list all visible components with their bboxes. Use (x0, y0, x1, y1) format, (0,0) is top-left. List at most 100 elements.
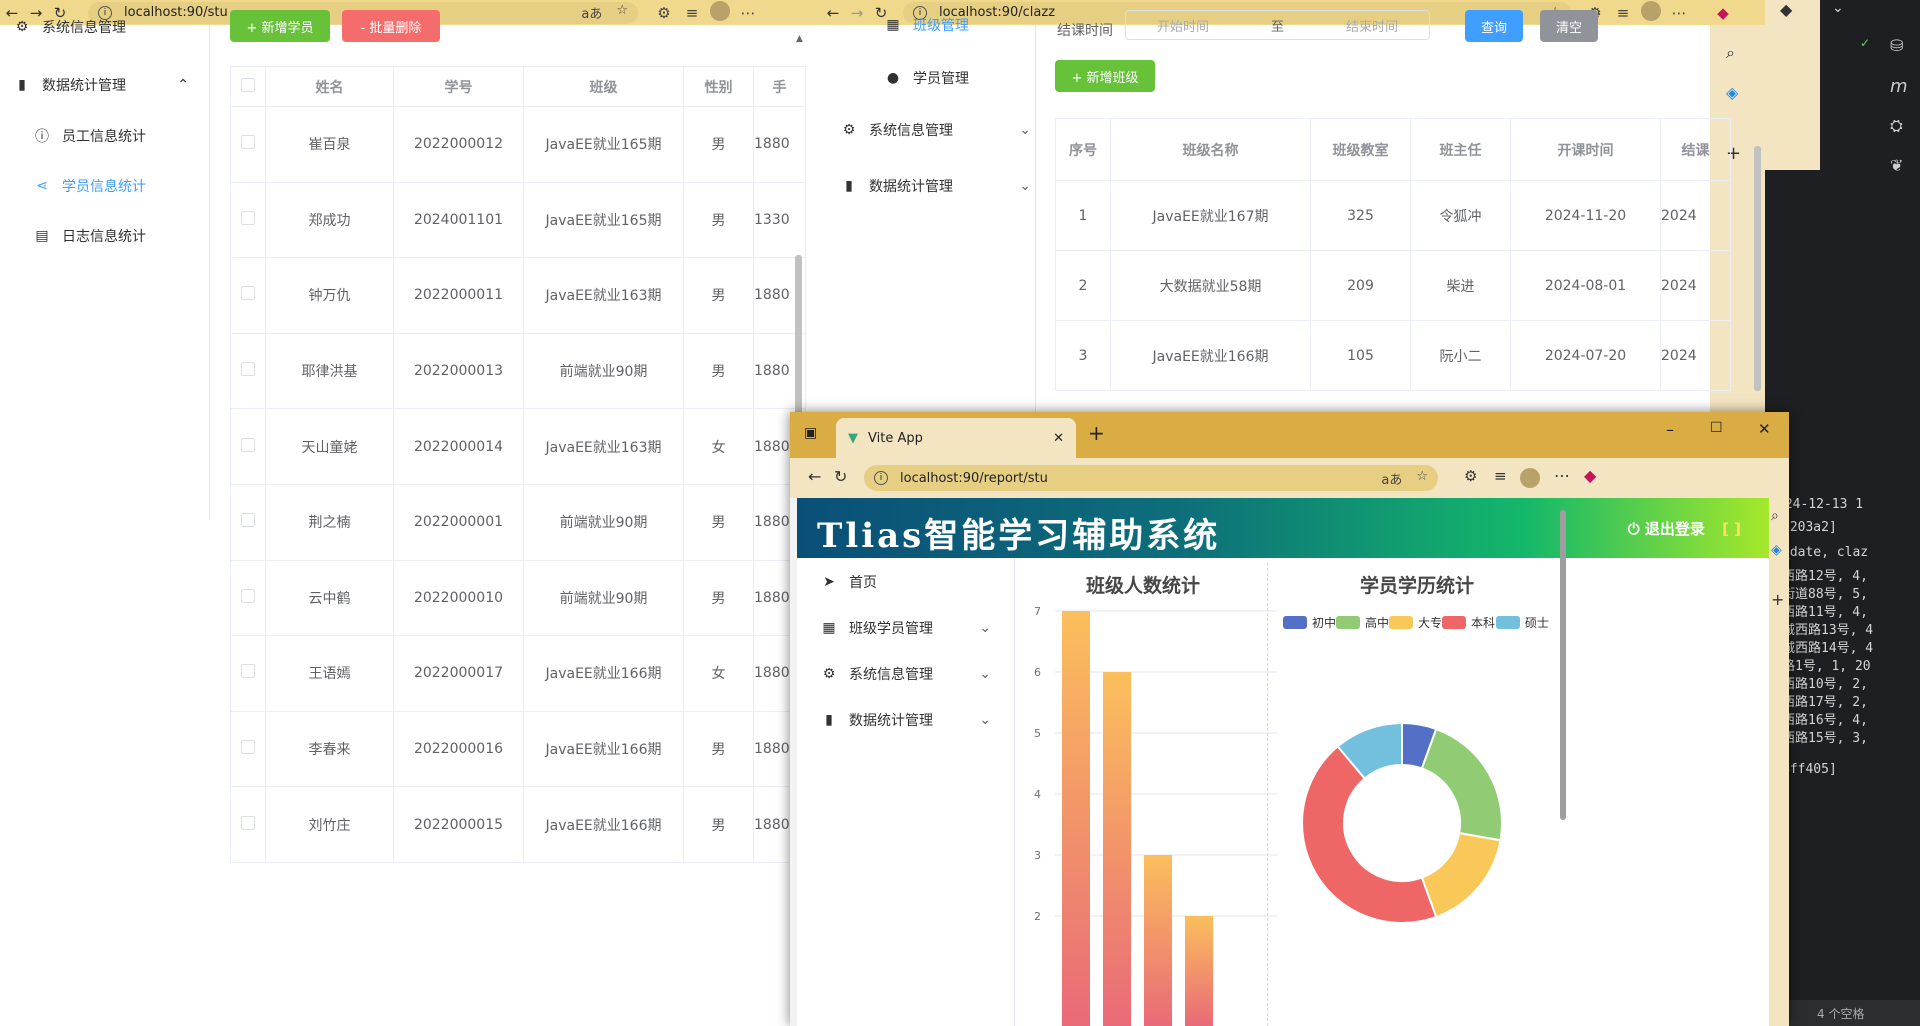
clear-button[interactable]: 清空 (1540, 10, 1598, 42)
sidebar-item-statistics[interactable]: ▮ 数据统计管理 ⌄ (841, 176, 1031, 196)
add-icon[interactable]: + (1771, 590, 1784, 609)
cell-end-date: 2024 (1660, 320, 1731, 391)
profile-avatar[interactable] (1637, 0, 1665, 25)
close-tab-icon[interactable]: ✕ (1053, 431, 1064, 446)
legend-item[interactable]: 本科 (1442, 614, 1495, 631)
row-checkbox[interactable] (230, 106, 266, 183)
sidebar-group-label: 数据统计管理 (42, 78, 126, 94)
select-all-checkbox[interactable] (230, 66, 266, 107)
chevron-down-icon[interactable]: ⌄ (1820, 0, 1920, 20)
menu-item-label: 班级学员管理 (849, 621, 933, 637)
sidebar-item-student-mgmt[interactable]: ● 学员管理 (885, 68, 969, 88)
favorite-star-icon[interactable]: ☆ (1416, 469, 1428, 488)
maven-icon[interactable]: m (1890, 76, 1908, 97)
search-icon[interactable]: ⌕ (1726, 43, 1735, 63)
copilot-icon[interactable]: ◆ (1584, 466, 1596, 485)
cell-class-name: JavaEE就业166期 (1110, 320, 1311, 391)
app-brand-title: Tlias智能学习辅助系统 (817, 516, 1221, 556)
logout-button[interactable]: ⏻ 退出登录 [ ] (1628, 518, 1741, 539)
new-tab-icon[interactable]: + (1088, 421, 1105, 445)
sidebar-item-log-stats[interactable]: ▤ 日志信息统计 (34, 226, 146, 246)
row-checkbox[interactable] (230, 710, 266, 788)
menu-item-statistics[interactable]: ▮ 数据统计管理 ⌄ (821, 710, 991, 730)
profile-avatar[interactable] (1520, 468, 1540, 492)
close-window-icon[interactable]: ✕ (1758, 420, 1771, 438)
plugin-icon[interactable]: ⛭ (1890, 116, 1903, 136)
more-menu-icon[interactable]: ⋯ (1554, 466, 1570, 485)
more-menu-icon[interactable]: ⋯ (734, 4, 762, 22)
favorites-icon[interactable]: ≡ (1494, 467, 1507, 485)
shopping-icon[interactable]: ◈ (1726, 83, 1738, 102)
search-icon[interactable]: ⌕ (1771, 508, 1779, 524)
tab-actions-icon[interactable]: ▣ (804, 425, 817, 441)
minimize-icon[interactable]: – (1666, 420, 1674, 439)
legend-item[interactable]: 大专 (1389, 614, 1442, 631)
end-date-input[interactable]: 结束时间 (1346, 16, 1398, 35)
forward-icon[interactable]: → (845, 4, 869, 22)
row-checkbox[interactable] (230, 408, 266, 485)
maximize-icon[interactable]: ☐ (1710, 420, 1723, 436)
scrollbar-thumb[interactable] (795, 255, 802, 425)
copilot-icon[interactable]: ◆ (1780, 0, 1792, 19)
legend-item[interactable]: 硕士 (1496, 614, 1549, 631)
sidebar-group-statistics[interactable]: ▮ 数据统计管理 ⌃ (14, 75, 189, 95)
fullscreen-icon[interactable]: [ ] (1722, 520, 1741, 538)
chevron-down-icon: ⌄ (1019, 178, 1031, 194)
date-range-picker[interactable]: 开始时间 至 结束时间 (1125, 10, 1430, 40)
row-checkbox[interactable] (230, 257, 266, 334)
add-class-button[interactable]: + 新增班级 (1055, 60, 1155, 92)
scrollbar-thumb[interactable] (1560, 510, 1566, 820)
favorites-icon[interactable]: ≡ (678, 4, 706, 22)
bar[interactable] (1144, 855, 1172, 1026)
read-aloud-icon[interactable]: aあ (1381, 469, 1402, 488)
batch-delete-button[interactable]: - 批量删除 (342, 10, 440, 42)
sidebar-item-system-info[interactable]: ⚙ 系统信息管理 (14, 17, 126, 37)
leaf-icon[interactable]: ❦ (1890, 156, 1903, 175)
row-checkbox[interactable] (230, 181, 266, 259)
add-student-button[interactable]: + 新增学员 (230, 10, 330, 42)
start-date-input[interactable]: 开始时间 (1157, 16, 1209, 35)
row-checkbox[interactable] (230, 332, 266, 410)
sidebar-item-student-stats[interactable]: ⋖ 学员信息统计 (34, 176, 146, 196)
scroll-up-arrow-icon[interactable]: ▲ (796, 34, 803, 44)
bar[interactable] (1185, 916, 1213, 1026)
indent-status[interactable]: 4 个空格 (1817, 1005, 1864, 1022)
info-icon[interactable]: i (874, 471, 888, 485)
menu-item-label: 系统信息管理 (849, 667, 933, 683)
bar[interactable] (1103, 672, 1131, 1026)
read-aloud-icon[interactable]: aあ (581, 3, 602, 22)
profile-avatar[interactable] (706, 0, 734, 25)
database-icon[interactable]: ⛁ (1890, 36, 1903, 55)
menu-item-home[interactable]: ➤ 首页 (821, 572, 877, 592)
back-icon[interactable]: ← (821, 4, 845, 22)
favorite-star-icon[interactable]: ☆ (616, 3, 628, 22)
extensions-icon[interactable]: ⚙ (650, 4, 678, 22)
address-bar[interactable]: i localhost:90/report/stu aあ ☆ (864, 465, 1438, 491)
menu-item-class-student[interactable]: ▦ 班级学员管理 ⌄ (821, 618, 991, 638)
menu-item-system-info[interactable]: ⚙ 系统信息管理 ⌄ (821, 664, 991, 684)
more-menu-icon[interactable]: ⋯ (1665, 4, 1693, 22)
copilot-icon[interactable]: ◆ (1709, 4, 1737, 22)
tab-vite-app[interactable]: ▼ Vite App ✕ (836, 418, 1076, 458)
table-row: 2 大数据就业58期 209 柴进 2024-08-01 2024 (1055, 250, 1731, 321)
sidebar-item-system-info[interactable]: ⚙ 系统信息管理 ⌄ (841, 120, 1031, 140)
shopping-icon[interactable]: ◈ (1771, 542, 1782, 558)
query-button[interactable]: 查询 (1465, 10, 1523, 42)
favorites-icon[interactable]: ≡ (1609, 4, 1637, 22)
bar[interactable] (1062, 611, 1090, 1026)
row-checkbox[interactable] (230, 483, 266, 561)
scrollbar-thumb[interactable] (1754, 146, 1761, 391)
donut-slice[interactable] (1420, 831, 1502, 919)
refresh-icon[interactable]: ↻ (834, 467, 847, 486)
donut-slice[interactable] (1420, 727, 1503, 842)
sidebar-item-employee-stats[interactable]: ⓘ 员工信息统计 (34, 126, 146, 146)
legend-item[interactable]: 高中 (1336, 614, 1389, 631)
back-icon[interactable]: ← (808, 467, 821, 486)
legend-item[interactable]: 初中 (1283, 614, 1336, 631)
row-checkbox[interactable] (230, 786, 266, 863)
row-checkbox[interactable] (230, 635, 266, 712)
row-checkbox[interactable] (230, 559, 266, 637)
extensions-icon[interactable]: ⚙ (1464, 467, 1477, 485)
sidebar-item-class-mgmt[interactable]: ▦ 班级管理 (885, 15, 969, 35)
y-tick-label: 5 (1034, 727, 1041, 740)
